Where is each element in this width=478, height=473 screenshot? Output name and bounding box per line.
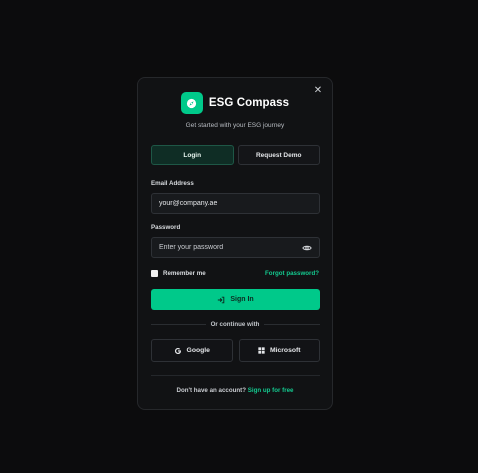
brand-title: ESG Compass <box>208 97 290 109</box>
sign-up-link[interactable]: Sign up for free <box>248 387 294 394</box>
microsoft-icon <box>258 347 265 354</box>
signup-prompt-text: Don't have an account? <box>176 387 247 394</box>
password-field-wrapper <box>151 237 320 258</box>
sign-in-button[interactable]: Sign In <box>151 289 320 310</box>
auth-tabs: Login Request Demo <box>151 145 320 165</box>
remember-me: Remember me <box>151 270 206 277</box>
social-login: Google Microsoft <box>151 339 320 362</box>
remember-checkbox[interactable] <box>151 270 158 277</box>
show-password-icon[interactable] <box>302 243 312 253</box>
subtitle: Get started with your ESG journey <box>185 122 285 129</box>
google-button[interactable]: Google <box>151 339 233 362</box>
remember-label: Remember me <box>163 270 206 277</box>
microsoft-button[interactable]: Microsoft <box>238 339 320 362</box>
password-label: Password <box>151 224 181 231</box>
sign-in-icon <box>218 296 225 303</box>
tab-request-demo[interactable]: Request Demo <box>237 145 320 165</box>
compass-logo-icon <box>180 92 203 114</box>
divider-label: Or continue with <box>205 321 265 328</box>
email-label: Email Address <box>151 180 194 187</box>
google-label: Google <box>186 347 210 354</box>
footer-divider <box>151 375 320 376</box>
login-modal: ✕ ESG Compass Get started with your ESG … <box>137 77 333 410</box>
tab-login[interactable]: Login <box>151 145 234 165</box>
brand-header: ESG Compass <box>138 92 332 114</box>
google-icon <box>174 347 181 354</box>
email-field-wrapper <box>151 193 320 214</box>
signup-prompt: Don't have an account? Sign up for free <box>138 387 332 394</box>
password-field[interactable] <box>159 244 302 251</box>
microsoft-label: Microsoft <box>269 347 301 354</box>
sign-in-label: Sign In <box>230 296 254 303</box>
email-field[interactable] <box>159 200 312 207</box>
forgot-password-link[interactable]: Forgot password? <box>265 270 319 277</box>
